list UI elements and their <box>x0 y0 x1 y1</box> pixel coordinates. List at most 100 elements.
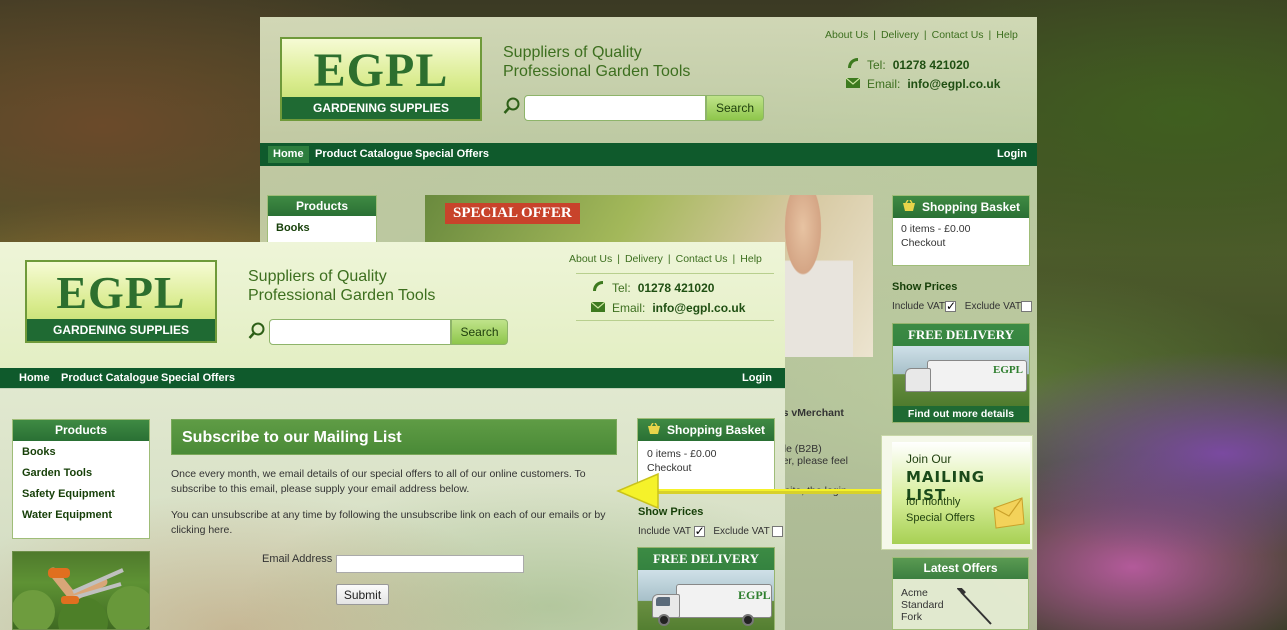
email-address-input[interactable] <box>336 555 524 573</box>
products-item-safety-equipment[interactable]: Safety Equipment <box>22 487 149 508</box>
bg-products-title: Products <box>268 196 376 216</box>
latest-offer-line2: Standard <box>901 599 944 612</box>
latest-offers-title: Latest Offers <box>893 558 1028 579</box>
nav-special-offers[interactable]: Special Offers <box>161 368 235 389</box>
products-item-garden-tools[interactable]: Garden Tools <box>22 466 149 487</box>
van-wheel-rear <box>742 614 754 626</box>
exclude-vat-label: Exclude VAT <box>713 526 770 538</box>
link-contact-us[interactable]: Contact Us <box>676 253 728 265</box>
logo-subtitle: GARDENING SUPPLIES <box>27 319 215 341</box>
bg-nav-catalogue[interactable]: Product Catalogue <box>315 143 413 166</box>
mailing-list-card: Join Our MAILING LIST for monthly Specia… <box>892 442 1030 544</box>
bg-exclude-vat-checkbox[interactable] <box>1021 301 1033 312</box>
tagline-line2: Professional Garden Tools <box>248 287 436 305</box>
van-window <box>656 597 670 606</box>
bg-include-vat-label: Include VAT <box>892 301 945 313</box>
free-delivery-promo[interactable]: FREE DELIVERY EGPL <box>637 547 775 630</box>
bg-logo: EGPL GARDENING SUPPLIES <box>280 37 482 121</box>
submit-button[interactable]: Submit <box>336 584 389 605</box>
free-delivery-title: FREE DELIVERY <box>652 551 760 566</box>
subscribe-title: Subscribe to our Mailing List <box>171 419 617 455</box>
basket-title-bar: Shopping Basket <box>638 419 774 441</box>
bg-search-icon <box>503 97 521 118</box>
bg-link-about[interactable]: About Us <box>825 29 868 41</box>
annotation-arrow <box>616 472 882 510</box>
search-button[interactable]: Search <box>451 319 508 345</box>
bg-tagline-line1: Suppliers of Quality <box>503 44 642 61</box>
bg-basket-title-bar: Shopping Basket <box>893 196 1029 218</box>
bg-link-help[interactable]: Help <box>996 29 1018 41</box>
tel-label: Tel: <box>612 280 631 295</box>
bg-free-delivery[interactable]: FREE DELIVERY EGPL Find out more details <box>892 323 1030 423</box>
bg-link-contact[interactable]: Contact Us <box>932 29 984 41</box>
bg-email-label: Email: <box>867 77 901 91</box>
subscribe-intro: Once every month, we email details of ou… <box>171 468 586 495</box>
bg-basket-title: Shopping Basket <box>921 200 1020 214</box>
bg-vat-row: Include VAT Exclude VAT <box>892 299 1033 313</box>
nav-home[interactable]: Home <box>19 368 50 389</box>
top-links: About Us | Delivery | Contact Us | Help <box>569 253 762 265</box>
latest-offer-item[interactable]: Acme Standard Fork <box>901 587 944 623</box>
mailing-special-offers: Special Offers <box>906 512 975 524</box>
include-vat-label: Include VAT <box>638 526 691 538</box>
exclude-vat-checkbox[interactable] <box>772 526 784 537</box>
email-value[interactable]: info@egpl.co.uk <box>652 301 745 315</box>
fork-icon <box>956 585 997 629</box>
link-delivery[interactable]: Delivery <box>625 253 663 265</box>
bg-products-books[interactable]: Books <box>268 216 376 240</box>
bg-include-vat-checkbox[interactable] <box>945 299 956 313</box>
products-item-books[interactable]: Books <box>22 445 149 466</box>
bg-nav-bar: Home Product Catalogue Special Offers Lo… <box>260 143 1037 166</box>
bg-exclude-vat-label: Exclude VAT <box>964 301 1022 313</box>
delivery-van-image: EGPL <box>638 570 774 630</box>
include-vat-checkbox[interactable] <box>693 524 705 538</box>
van-wheel-front <box>658 614 670 626</box>
bg-top-links: About Us | Delivery | Contact Us | Help <box>825 29 1018 41</box>
tagline-line1: Suppliers of Quality <box>248 268 387 285</box>
bg-tagline: Suppliers of Quality Professional Garden… <box>503 43 690 81</box>
nav-login[interactable]: Login <box>742 368 772 389</box>
latest-offers-panel: Latest Offers Acme Standard Fork <box>892 557 1029 630</box>
bg-basket-panel: Shopping Basket 0 items - £0.00 Checkout <box>892 195 1030 266</box>
search-icon <box>248 322 266 343</box>
bg-tel-label: Tel: <box>867 57 886 72</box>
basket-summary: 0 items - £0.00 <box>647 448 717 460</box>
bg-van-image: EGPL <box>893 346 1029 408</box>
bg-nav-home[interactable]: Home <box>268 146 309 163</box>
link-about-us[interactable]: About Us <box>569 253 612 265</box>
telephone: Tel: 01278 421020 <box>591 279 714 296</box>
search-input[interactable] <box>269 319 451 345</box>
products-title: Products <box>13 420 149 441</box>
hedge-trimmer-image <box>12 551 150 630</box>
bg-special-offer-label: SPECIAL OFFER <box>445 203 580 224</box>
bg-products-panel: Products Books <box>267 195 377 245</box>
bg-free-delivery-footer: Find out more details <box>893 406 1029 422</box>
van-logo: EGPL <box>738 588 771 602</box>
logo[interactable]: EGPL GARDENING SUPPLIES <box>25 260 217 343</box>
mailing-join-our: Join Our <box>906 452 952 466</box>
bg-email-value: info@egpl.co.uk <box>907 77 1001 91</box>
header-divider <box>576 273 774 274</box>
bg-email: Email: info@egpl.co.uk <box>845 77 1001 91</box>
nav-bar: Home Product Catalogue Special Offers Lo… <box>0 368 785 389</box>
nav-product-catalogue[interactable]: Product Catalogue <box>61 368 159 389</box>
bg-nav-offers[interactable]: Special Offers <box>415 143 489 166</box>
email-label: Email: <box>612 301 646 315</box>
bg-basket-icon <box>902 199 916 215</box>
bg-show-prices-title: Show Prices <box>892 281 958 293</box>
bg-basket-checkout[interactable]: Checkout <box>893 235 1029 251</box>
vat-options: Include VAT Exclude VAT <box>638 524 784 538</box>
phone-icon <box>591 279 605 296</box>
logo-text: EGPL <box>56 267 186 318</box>
bg-link-delivery[interactable]: Delivery <box>881 29 919 41</box>
bg-van-logo: EGPL <box>993 364 1023 376</box>
bg-search-input[interactable] <box>524 95 706 121</box>
bg-van-cab <box>905 368 931 392</box>
bg-search-button[interactable]: Search <box>706 95 764 121</box>
mail-icon <box>590 301 606 315</box>
products-item-water-equipment[interactable]: Water Equipment <box>22 508 149 529</box>
bg-nav-login[interactable]: Login <box>997 143 1027 166</box>
link-help[interactable]: Help <box>740 253 762 265</box>
bg-free-delivery-title: FREE DELIVERY <box>907 327 1015 342</box>
mailing-list-banner[interactable]: Join Our MAILING LIST for monthly Specia… <box>881 435 1033 550</box>
